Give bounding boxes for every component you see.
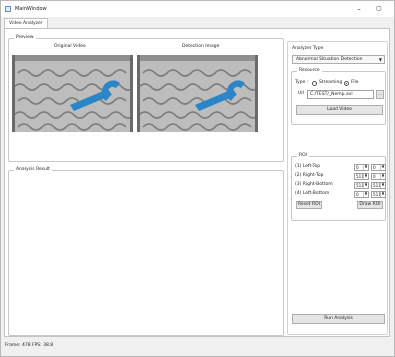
minimize-button[interactable]: – [350,1,368,17]
resource-title: Resource [297,68,322,74]
roi-row-label: (2) Right-Top [295,173,324,178]
roi-x-spinbox[interactable]: 0 ▲ ▼ [354,190,369,198]
roi-y-spinbox[interactable]: 511 ▲ ▼ [371,181,386,189]
spin-arrows-icon: ▲ ▼ [380,172,384,179]
roi-x-spinbox[interactable]: 511 ▲ ▼ [354,181,369,189]
analyzer-type-select[interactable]: Abnormal Situation Detection ▼ [292,55,385,64]
original-video-frame [12,55,133,132]
roi-row-label: (4) Left-Bottom [295,191,330,196]
status-text: Frame: 478 FPS: 38.8 [5,343,54,348]
detection-image [137,55,258,132]
detection-image-frame [137,55,258,132]
analysis-result-group: Analysis Result [8,167,284,336]
roi-y-spinbox[interactable]: 0 ▲ ▼ [371,172,386,180]
draw-roi-button[interactable]: Draw ROI [357,201,383,209]
maximize-button[interactable]: ▢ [370,1,388,17]
control-panel: Analyzer Type Abnormal Situation Detecti… [287,41,388,335]
spin-arrows-icon: ▲ ▼ [363,172,367,179]
run-analysis-button[interactable]: Run Analysis [292,314,385,324]
roi-row-label: (3) Right-Bottom [295,182,333,187]
preview-group-title: Preview [14,35,36,41]
roi-y-value: 0 [373,173,376,179]
tab-bar: Video Analyzer [1,18,394,29]
analyzer-type-label: Analyzer Type [292,46,324,51]
url-input[interactable]: C:/TEST/_Nemp.avi [307,90,374,99]
roi-group: ROI (1) Left-Top 0 ▲ ▼ 0 ▲ ▼ (2) Right-Top 5… [291,153,386,221]
analyzer-type-value: Abnormal Situation Detection [296,57,363,62]
original-video-image [12,55,133,132]
resource-group: Resource Type : Streaming File Url C:/TE… [291,68,386,125]
spin-arrows-icon: ▲ ▼ [363,190,367,197]
load-video-button[interactable]: Load Video [296,105,383,115]
status-bar: Frame: 478 FPS: 38.8 [1,339,394,353]
roi-y-value: 0 [373,164,376,170]
spin-arrows-icon: ▲ ▼ [380,163,384,170]
radio-file-label: File [351,80,359,85]
radio-file[interactable] [344,80,349,86]
app-window-icon [5,6,11,12]
window-title: MainWindow [15,6,47,12]
detection-image-label: Detection Image [182,44,220,49]
main-window: MainWindow – ▢ Video Analyzer Preview Or… [0,0,395,357]
original-video-label: Original Video [54,44,86,49]
spin-arrows-icon: ▲ ▼ [380,181,384,188]
type-label: Type : [295,80,309,85]
analysis-result-area[interactable] [11,177,281,333]
title-bar: MainWindow – ▢ [1,1,394,17]
roi-x-spinbox[interactable]: 0 ▲ ▼ [354,163,369,171]
roi-x-value: 0 [356,191,359,197]
reset-roi-button[interactable]: Reset ROI [296,201,322,209]
preview-group: Preview Original Video Detection Image [8,35,284,162]
chevron-down-icon: ▼ [378,57,382,62]
tab-pane: Preview Original Video Detection Image A… [4,28,390,337]
spin-arrows-icon: ▲ ▼ [363,163,367,170]
browse-button[interactable]: ... [376,90,384,99]
url-label: Url [298,91,305,96]
roi-row-label: (1) Left-Top [295,164,321,169]
roi-y-spinbox[interactable]: 0 ▲ ▼ [371,163,386,171]
radio-streaming-label: Streaming [319,80,343,85]
roi-title: ROI [297,153,309,159]
roi-x-spinbox[interactable]: 511 ▲ ▼ [354,172,369,180]
roi-y-spinbox[interactable]: 511 ▲ ▼ [371,190,386,198]
spin-arrows-icon: ▲ ▼ [363,181,367,188]
spin-arrows-icon: ▲ ▼ [380,190,384,197]
roi-x-value: 0 [356,164,359,170]
radio-streaming[interactable] [312,80,317,86]
analysis-result-title: Analysis Result [14,167,52,173]
